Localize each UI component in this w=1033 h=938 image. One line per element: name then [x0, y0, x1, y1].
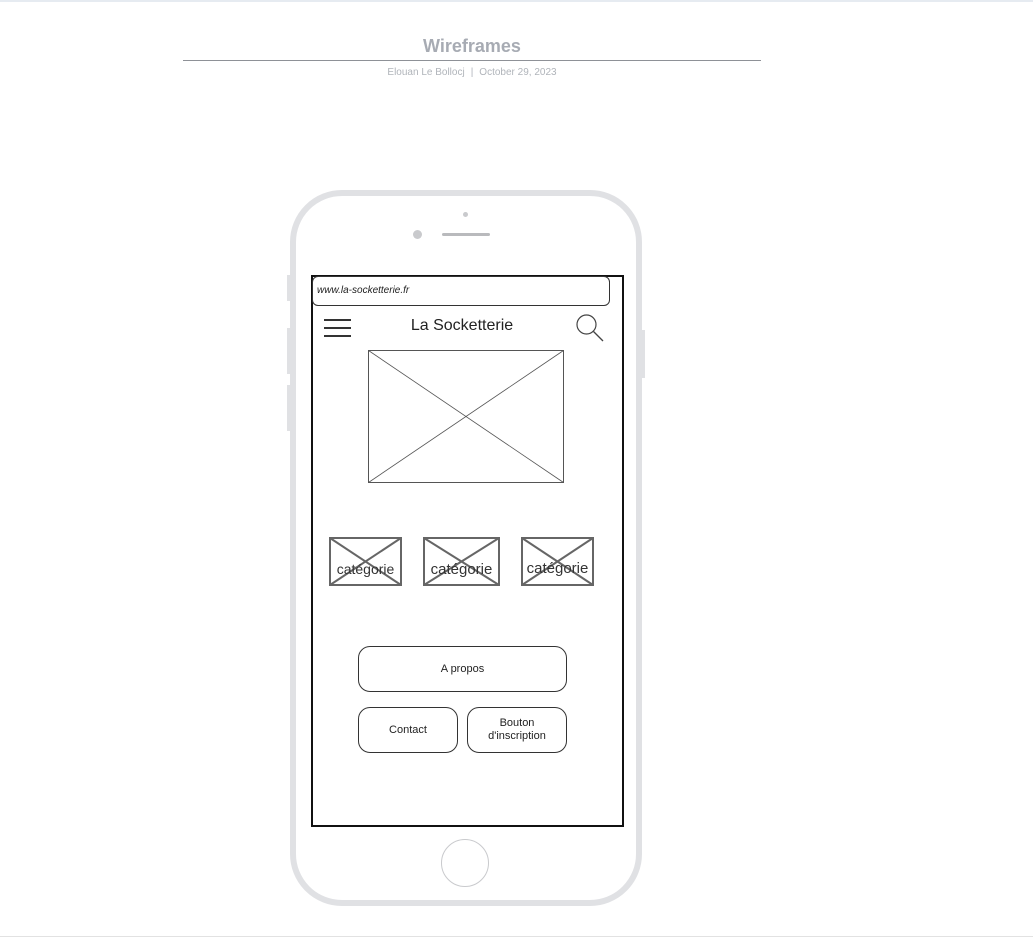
phone-sensor [463, 212, 468, 217]
url-bar[interactable]: www.la-socketterie.fr [312, 276, 610, 306]
category-label: catégorie [336, 561, 395, 577]
page-meta: Elouan Le Bollocj | October 29, 2023 [183, 67, 761, 78]
app-title: La Socketterie [410, 317, 514, 334]
page-date: October 29, 2023 [479, 67, 557, 78]
top-divider [0, 0, 1033, 2]
contact-button[interactable]: Contact [358, 707, 458, 753]
category-label: catégorie [526, 560, 589, 577]
signup-button-label: Bouton d'inscription [488, 717, 546, 742]
phone-camera [413, 230, 422, 239]
title-rule [183, 60, 761, 61]
phone-speaker [442, 233, 490, 236]
bottom-divider [0, 936, 1033, 937]
hero-image-placeholder [368, 350, 564, 483]
meta-separator: | [470, 67, 474, 78]
url-text: www.la-socketterie.fr [317, 285, 410, 296]
contact-button-label: Contact [389, 723, 427, 736]
about-button-label: A propos [440, 662, 485, 675]
author-name: Elouan Le Bollocj [387, 67, 465, 78]
category-item[interactable]: catégorie [329, 537, 402, 586]
hamburger-menu-icon[interactable] [324, 318, 351, 338]
page-title: Wireframes [423, 36, 521, 56]
about-button[interactable]: A propos [358, 646, 567, 692]
search-icon[interactable] [575, 313, 605, 343]
category-item[interactable]: catégorie [423, 537, 500, 586]
category-label: catégorie [430, 561, 493, 578]
category-item[interactable]: catégorie [521, 537, 594, 586]
phone-home-button[interactable] [441, 839, 489, 887]
signup-button[interactable]: Bouton d'inscription [467, 707, 567, 753]
